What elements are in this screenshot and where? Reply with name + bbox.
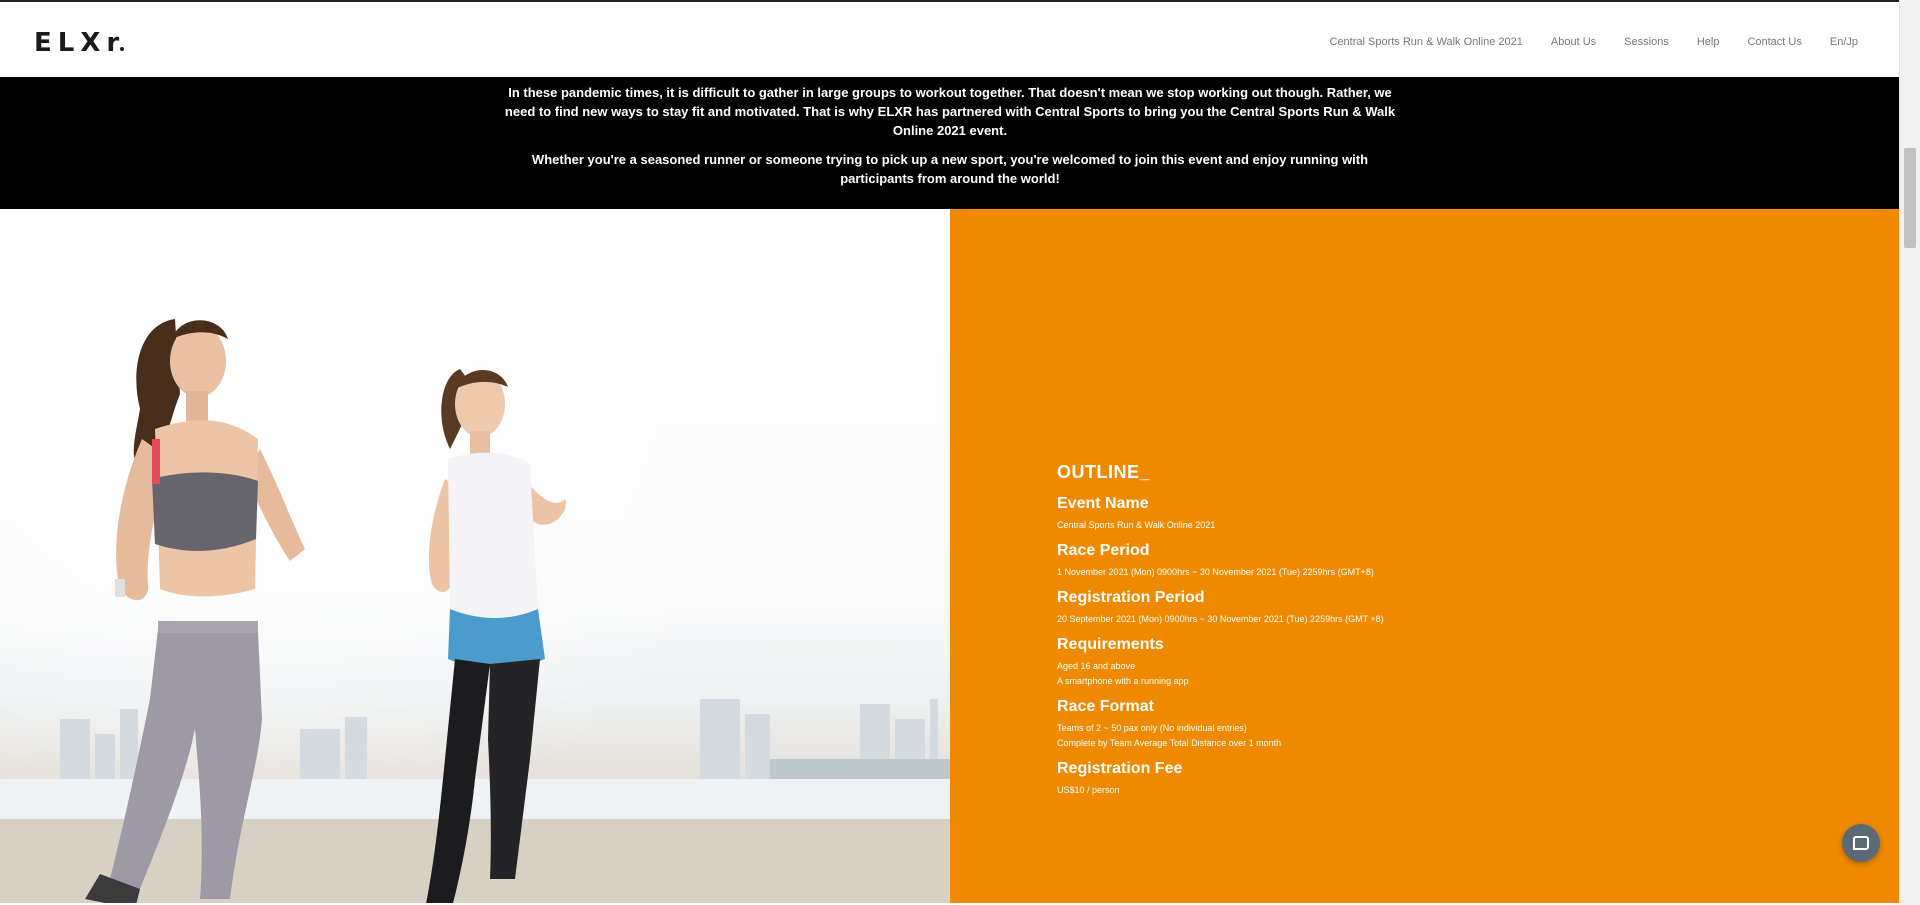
outline-title: OUTLINE_ [1057, 462, 1151, 482]
site-header: ELXr Central Sports Run & Walk Online 20… [0, 0, 1900, 77]
outline-list: OUTLINE_ Event Name Central Sports Run &… [1057, 462, 1757, 807]
nav-help[interactable]: Help [1697, 36, 1720, 48]
field-value: Aged 16 and above [1057, 661, 1136, 671]
logo-dot [120, 47, 124, 51]
outline-panel: OUTLINE_ Event Name Central Sports Run &… [950, 209, 1900, 903]
field-label: Registration Fee [1057, 760, 1183, 777]
intro-band: In these pandemic times, it is difficult… [0, 77, 1900, 209]
scrollbar-thumb[interactable] [1904, 148, 1916, 248]
chat-bubble-icon [1853, 836, 1869, 850]
field-event-name: Event Name Central Sports Run & Walk Onl… [1057, 495, 1757, 533]
chat-button[interactable] [1842, 824, 1880, 862]
field-race-period: Race Period 1 November 2021 (Mon) 0900hr… [1057, 542, 1757, 580]
field-label: Race Period [1057, 542, 1150, 559]
field-registration-period: Registration Period 20 September 2021 (M… [1057, 589, 1757, 627]
field-label: Race Format [1057, 698, 1154, 715]
field-label: Requirements [1057, 636, 1164, 653]
runner-left [85, 319, 305, 903]
nav-event[interactable]: Central Sports Run & Walk Online 2021 [1330, 36, 1523, 48]
elxr-logo[interactable]: ELXr [34, 28, 125, 58]
field-value: 1 November 2021 (Mon) 0900hrs ~ 30 Novem… [1057, 567, 1374, 577]
field-value: Central Sports Run & Walk Online 2021 [1057, 520, 1216, 530]
nav-contact-us[interactable]: Contact Us [1747, 36, 1801, 48]
runner-right [426, 369, 566, 903]
field-value: US$10 / person [1057, 785, 1120, 795]
intro-paragraph-2: Whether you're a seasoned runner or some… [531, 152, 1369, 186]
field-value: A smartphone with a running app [1057, 676, 1189, 686]
field-registration-fee: Registration Fee US$10 / person [1057, 760, 1757, 798]
page-scrollbar[interactable] [1899, 0, 1920, 905]
nav-language[interactable]: En/Jp [1830, 36, 1858, 48]
field-value: 20 September 2021 (Mon) 0900hrs ~ 30 Nov… [1057, 614, 1384, 624]
field-race-format: Race Format Teams of 2 ~ 50 pax only (No… [1057, 698, 1757, 751]
field-value: Complete by Team Average Total Distance … [1057, 738, 1282, 748]
nav-about-us[interactable]: About Us [1551, 36, 1596, 48]
field-value: Teams of 2 ~ 50 pax only (No individual … [1057, 723, 1247, 733]
main-nav: Central Sports Run & Walk Online 2021 Ab… [1302, 36, 1859, 48]
field-label: Registration Period [1057, 589, 1205, 606]
intro-paragraph-1: In these pandemic times, it is difficult… [504, 85, 1396, 138]
runners-photo [0, 209, 950, 903]
nav-sessions[interactable]: Sessions [1624, 36, 1669, 48]
field-label: Event Name [1057, 495, 1149, 512]
field-requirements: Requirements Aged 16 and above A smartph… [1057, 636, 1757, 689]
